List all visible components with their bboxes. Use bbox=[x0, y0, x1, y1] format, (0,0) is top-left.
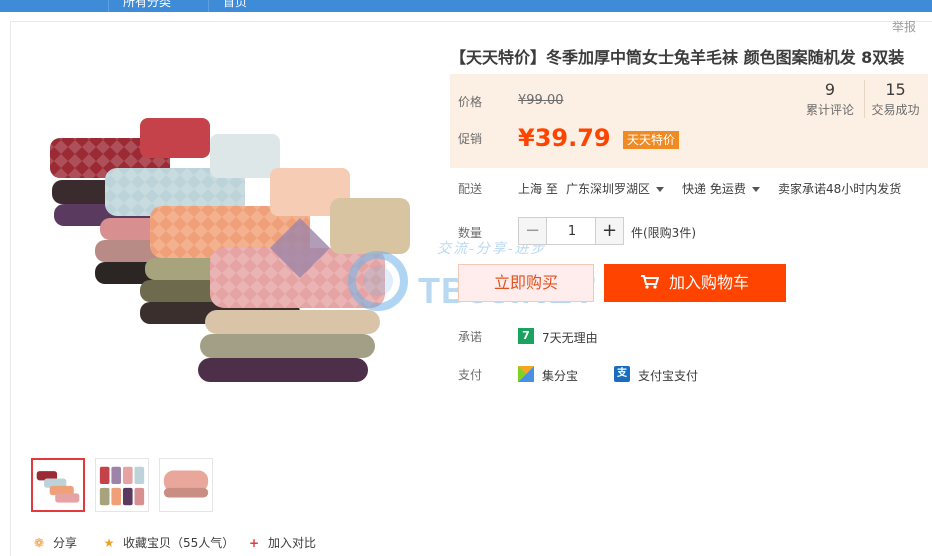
thumbnail-2[interactable] bbox=[95, 458, 149, 512]
price-box: 价格 ¥99.00 促销 ¥39.79 天天特价 9 累计评论 15 交易成功 bbox=[450, 74, 928, 168]
shipping-promise: 卖家承诺48小时内发货 bbox=[778, 182, 902, 196]
payment-method-alipay[interactable]: 支付宝支付 bbox=[638, 367, 698, 384]
seven-day-return-icon: 7 bbox=[518, 328, 534, 344]
reviews-stat[interactable]: 9 累计评论 bbox=[802, 80, 858, 118]
favorite-link[interactable]: ★ 收藏宝贝（55人气） bbox=[101, 534, 235, 551]
cart-icon bbox=[640, 275, 659, 289]
reviews-label: 累计评论 bbox=[805, 103, 854, 117]
shipping-label: 配送 bbox=[458, 182, 483, 196]
share-icon: ❁ bbox=[33, 536, 45, 550]
trades-stat: 15 交易成功 bbox=[864, 80, 926, 118]
nav-item-all-categories[interactable]: 所有分类 bbox=[108, 0, 185, 12]
jifenbao-icon bbox=[518, 366, 534, 382]
chevron-down-icon bbox=[656, 187, 665, 192]
plus-icon: + bbox=[248, 536, 260, 550]
promo-badge: 天天特价 bbox=[623, 131, 680, 149]
top-nav-bar: 所有分类 首页 bbox=[0, 0, 932, 12]
chevron-down-icon bbox=[751, 187, 760, 192]
product-title: 【天天特价】冬季加厚中筒女士兔羊毛袜 颜色图案随机发 8双装 bbox=[450, 48, 905, 67]
thumbnail-1[interactable] bbox=[31, 458, 85, 512]
payment-label: 支付 bbox=[458, 368, 483, 382]
alipay-icon: 支 bbox=[614, 366, 630, 382]
trades-count: 15 bbox=[885, 80, 906, 99]
compare-link[interactable]: + 加入对比 bbox=[246, 534, 316, 551]
shipping-method-select[interactable]: 快递 免运费 bbox=[682, 180, 760, 197]
shipping-from: 上海 至 bbox=[518, 182, 558, 196]
shipping-destination-select[interactable]: 广东深圳罗湖区 bbox=[566, 180, 665, 197]
reviews-count: 9 bbox=[824, 80, 836, 99]
buy-now-button[interactable]: 立即购买 bbox=[458, 264, 594, 302]
quantity-decrease-button[interactable]: − bbox=[519, 218, 547, 244]
price-label: 价格 bbox=[458, 95, 483, 109]
quantity-label: 数量 bbox=[458, 226, 483, 240]
star-icon: ★ bbox=[103, 536, 115, 550]
service-label: 承诺 bbox=[458, 330, 483, 344]
report-link[interactable]: 举报 bbox=[892, 18, 916, 35]
quantity-input[interactable] bbox=[548, 218, 596, 244]
quantity-limit: 件(限购3件) bbox=[631, 226, 696, 240]
thumbnail-3[interactable] bbox=[159, 458, 213, 512]
payment-method-jifenbao[interactable]: 集分宝 bbox=[542, 367, 578, 384]
seven-day-return-text[interactable]: 7天无理由 bbox=[542, 329, 598, 346]
promo-price: ¥39.79 bbox=[518, 124, 611, 152]
quantity-stepper: − + bbox=[518, 217, 624, 245]
favorite-count: （55人气） bbox=[171, 536, 235, 550]
promo-label: 促销 bbox=[458, 132, 483, 146]
add-to-cart-button[interactable]: 加入购物车 bbox=[604, 264, 786, 302]
quantity-increase-button[interactable]: + bbox=[595, 218, 623, 244]
trades-label: 交易成功 bbox=[871, 103, 920, 117]
original-price: ¥99.00 bbox=[518, 93, 564, 108]
share-link[interactable]: ❁ 分享 bbox=[31, 534, 77, 551]
nav-item-home[interactable]: 首页 bbox=[208, 0, 261, 12]
